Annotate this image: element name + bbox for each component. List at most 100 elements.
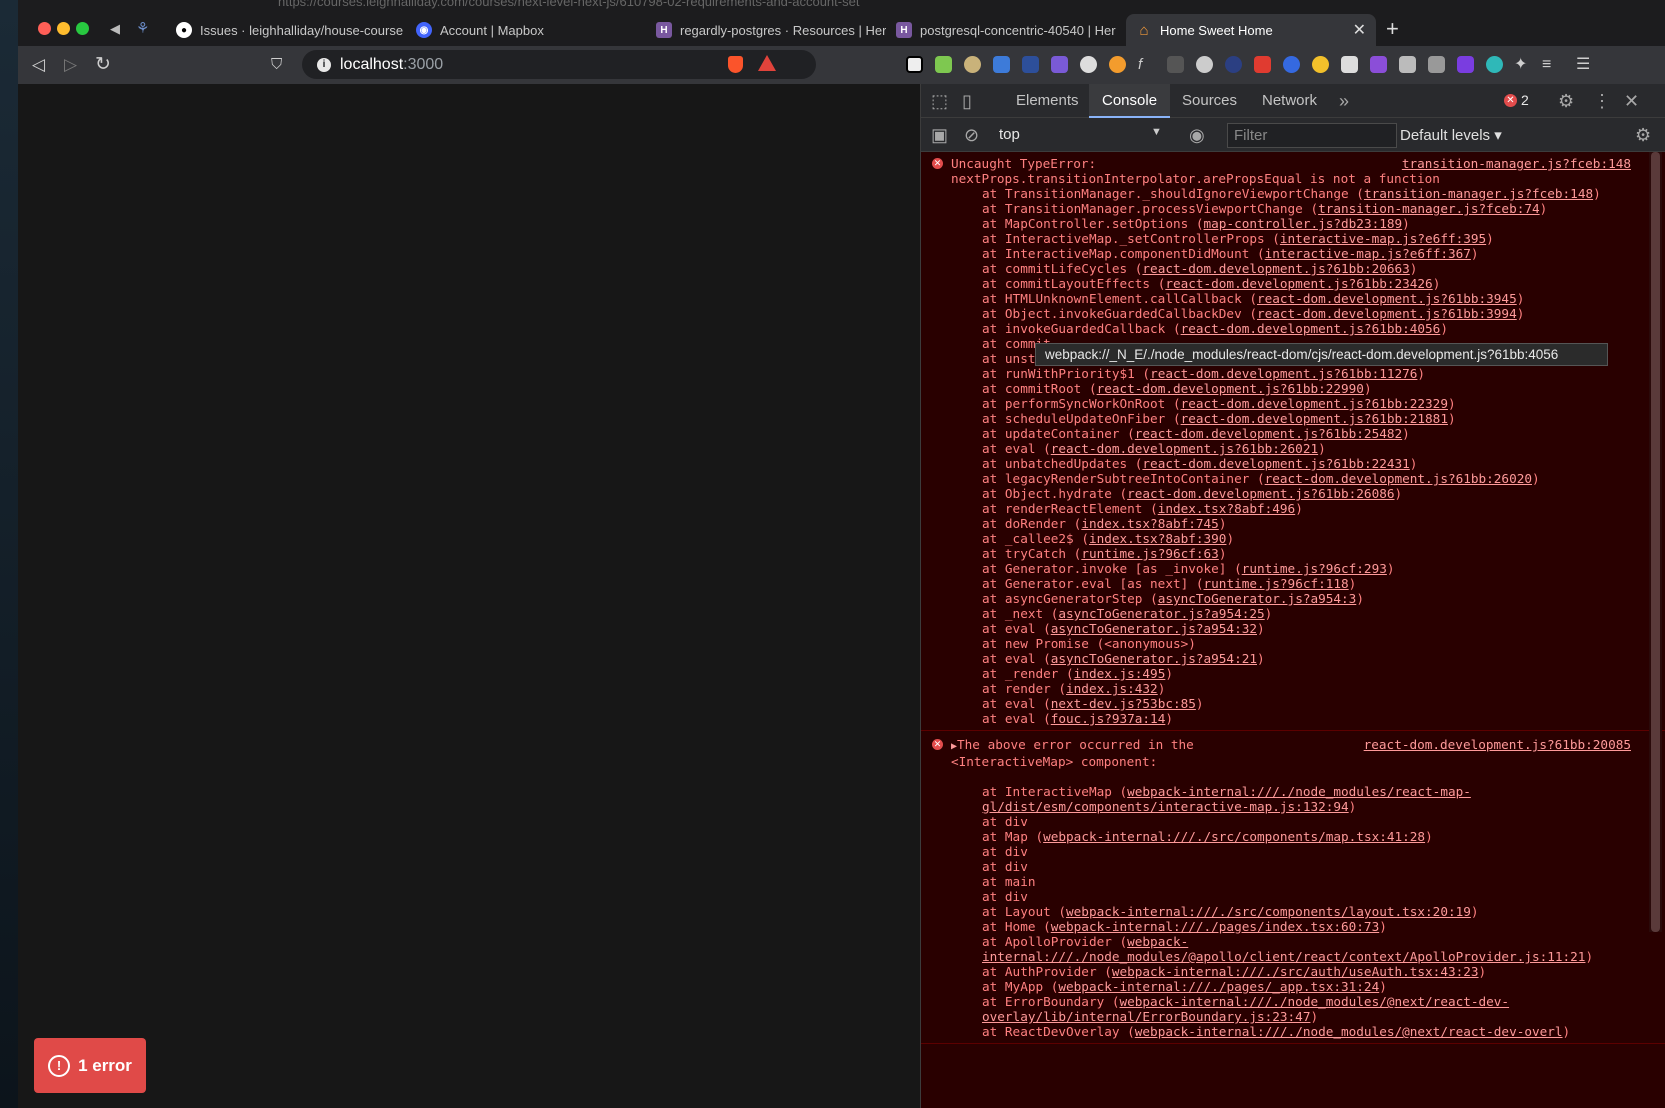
function-extension-icon[interactable]: f xyxy=(1138,56,1155,73)
brave-rewards-icon[interactable] xyxy=(758,55,776,71)
v-extension-icon[interactable] xyxy=(1051,56,1068,73)
notifications-extension-icon[interactable] xyxy=(1312,56,1329,73)
frame-source-link[interactable]: react-dom.development.js?61bb:22990 xyxy=(1097,381,1364,396)
grey-extension-icon[interactable] xyxy=(1428,56,1445,73)
frame-source-link[interactable]: runtime.js?96cf:118 xyxy=(1204,576,1349,591)
console-settings-icon[interactable]: ⚙ xyxy=(1635,124,1651,146)
frame-source-link[interactable]: react-dom.development.js?61bb:3945 xyxy=(1257,291,1517,306)
frame-source-link[interactable]: interactive-map.js?e6ff:367 xyxy=(1265,246,1471,261)
brave-shield-icon[interactable] xyxy=(728,56,743,73)
frame-source-link[interactable]: index.js:432 xyxy=(1066,681,1158,696)
scrollbar-thumb[interactable] xyxy=(1651,152,1660,932)
tab-sources[interactable]: Sources xyxy=(1169,84,1250,118)
tab-elements[interactable]: Elements xyxy=(1003,84,1092,118)
frame-source-link[interactable]: webpack-internal:///./pages/index.tsx:60… xyxy=(1051,919,1379,934)
url-text[interactable]: localhost:3000 xyxy=(340,56,443,74)
frame-source-link[interactable]: asyncToGenerator.js?a954:21 xyxy=(1051,651,1257,666)
console-filter-input[interactable] xyxy=(1227,123,1397,148)
reading-list-icon[interactable]: ≡ xyxy=(1542,54,1551,76)
frame-source-link[interactable]: index.tsx?8abf:745 xyxy=(1081,516,1219,531)
minimize-window-button[interactable] xyxy=(57,22,70,35)
device-toolbar-icon[interactable]: ▯ xyxy=(962,90,972,112)
frame-source-link[interactable]: react-dom.development.js?61bb:11276 xyxy=(1150,366,1417,381)
maximize-window-button[interactable] xyxy=(76,22,89,35)
next-error-badge[interactable]: ! 1 error xyxy=(34,1038,146,1093)
a-extension-icon[interactable] xyxy=(1225,56,1242,73)
frame-source-link[interactable]: webpack-internal:///./pages/_app.tsx:31:… xyxy=(1058,979,1379,994)
close-devtools-icon[interactable]: ✕ xyxy=(1624,90,1639,112)
tab-github-issues[interactable]: ● Issues · leighhalliday/house-course xyxy=(166,14,406,46)
user-extension-icon[interactable] xyxy=(1399,56,1416,73)
context-selector[interactable]: top xyxy=(999,126,1020,143)
frame-source-link[interactable]: webpack-internal:///./node_modules/@next… xyxy=(1135,1024,1563,1039)
oc-extension-icon[interactable] xyxy=(1022,56,1039,73)
teal-extension-icon[interactable] xyxy=(1486,56,1503,73)
close-tab-icon[interactable]: ✕ xyxy=(1353,20,1366,40)
frame-source-link[interactable]: react-dom.development.js?61bb:25482 xyxy=(1135,426,1402,441)
reload-button[interactable]: ↻ xyxy=(95,54,111,76)
frame-source-link[interactable]: react-dom.development.js?61bb:26086 xyxy=(1127,486,1394,501)
frame-source-link[interactable]: fouc.js?937a:14 xyxy=(1051,711,1166,726)
inspect-element-icon[interactable]: ⬚ xyxy=(931,90,948,112)
more-tabs-icon[interactable]: » xyxy=(1339,90,1349,112)
tab-home-sweet-home[interactable]: ⌂ Home Sweet Home ✕ xyxy=(1126,14,1376,46)
bookmark-icon[interactable]: ⛉ xyxy=(271,54,282,76)
frame-source-link[interactable]: react-dom.development.js?61bb:26020 xyxy=(1265,471,1532,486)
frame-source-link[interactable]: transition-manager.js?fceb:74 xyxy=(1318,201,1540,216)
frame-source-link[interactable]: runtime.js?96cf:293 xyxy=(1242,561,1387,576)
error-count-badge[interactable]: ✕ 2 xyxy=(1504,92,1529,108)
tab-heroku-regardly[interactable]: H regardly-postgres · Resources | Her xyxy=(646,14,886,46)
tab-mapbox[interactable]: ◉ Account | Mapbox xyxy=(406,14,646,46)
back-button[interactable]: ◁ xyxy=(32,54,45,76)
bookmark-extension-icon[interactable] xyxy=(993,56,1010,73)
frame-source-link[interactable]: index.tsx?8abf:390 xyxy=(1089,531,1227,546)
forward-button[interactable]: ▷ xyxy=(64,54,77,76)
frame-source-link[interactable]: transition-manager.js?fceb:148 xyxy=(1364,186,1593,201)
purple-x-extension-icon[interactable] xyxy=(1457,56,1474,73)
cloud-extension-icon[interactable] xyxy=(1080,56,1097,73)
frame-source-link[interactable]: webpack-internal:///./src/auth/useAuth.t… xyxy=(1112,964,1479,979)
source-link[interactable]: react-dom.development.js?61bb:20085 xyxy=(1364,737,1631,752)
white-extension-icon[interactable] xyxy=(1341,56,1358,73)
address-bar[interactable]: i localhost:3000 xyxy=(302,50,816,79)
log-levels-dropdown[interactable]: Default levels ▾ xyxy=(1400,126,1502,144)
tab-heroku-postgresql[interactable]: H postgresql-concentric-40540 | Her xyxy=(886,14,1126,46)
flame-extension-icon[interactable] xyxy=(1109,56,1126,73)
frame-source-link[interactable]: asyncToGenerator.js?a954:25 xyxy=(1058,606,1264,621)
red-extension-icon[interactable] xyxy=(1254,56,1271,73)
blue-dot-extension-icon[interactable] xyxy=(1283,56,1300,73)
frame-source-link[interactable]: interactive-map.js?e6ff:395 xyxy=(1280,231,1486,246)
frame-source-link[interactable]: map-controller.js?db23:189 xyxy=(1204,216,1403,231)
frame-source-link[interactable]: asyncToGenerator.js?a954:32 xyxy=(1051,621,1257,636)
tab-console[interactable]: Console xyxy=(1089,84,1171,118)
frame-source-link[interactable]: react-dom.development.js?61bb:21881 xyxy=(1181,411,1448,426)
info-icon[interactable]: i xyxy=(317,57,331,72)
frame-source-link[interactable]: react-dom.development.js?61bb:3994 xyxy=(1257,306,1517,321)
more-options-icon[interactable]: ⋮ xyxy=(1593,90,1611,112)
sidebar-toggle-icon[interactable]: ▣ xyxy=(931,124,948,146)
source-link[interactable]: transition-manager.js?fceb:148 xyxy=(1402,156,1631,171)
new-tab-button[interactable]: + xyxy=(1386,18,1399,40)
frame-source-link[interactable]: webpack-internal:///./src/components/map… xyxy=(1043,829,1425,844)
octotree-extension-icon[interactable] xyxy=(964,56,981,73)
s-extension-icon[interactable] xyxy=(1370,56,1387,73)
console-scrollbar[interactable] xyxy=(1649,152,1662,932)
settings-gear-icon[interactable]: ⚙ xyxy=(1558,90,1574,112)
frame-source-link[interactable]: asyncToGenerator.js?a954:3 xyxy=(1158,591,1357,606)
frame-source-link[interactable]: index.tsx?8abf:496 xyxy=(1158,501,1296,516)
frame-source-link[interactable]: webpack-internal:///./src/components/lay… xyxy=(1066,904,1471,919)
close-window-button[interactable] xyxy=(38,22,51,35)
frame-source-link[interactable]: react-dom.development.js?61bb:22431 xyxy=(1142,456,1409,471)
pinned-tab-icon[interactable]: ⚘ xyxy=(136,19,149,37)
notion-extension-icon[interactable] xyxy=(906,56,923,73)
color-picker-extension-icon[interactable] xyxy=(935,56,952,73)
browser-menu-icon[interactable]: ☰ xyxy=(1576,54,1590,76)
speaker-icon[interactable]: ◀ xyxy=(110,21,120,37)
frame-source-link[interactable]: react-dom.development.js?61bb:26021 xyxy=(1051,441,1318,456)
frame-source-link[interactable]: react-dom.development.js?61bb:23426 xyxy=(1165,276,1432,291)
chevron-down-icon[interactable]: ▼ xyxy=(1151,126,1162,138)
frame-source-link[interactable]: react-dom.development.js?61bb:20663 xyxy=(1142,261,1409,276)
frame-source-link[interactable]: index.js:495 xyxy=(1074,666,1166,681)
tab-network[interactable]: Network xyxy=(1249,84,1330,118)
extensions-puzzle-icon[interactable]: ✦ xyxy=(1514,54,1527,76)
